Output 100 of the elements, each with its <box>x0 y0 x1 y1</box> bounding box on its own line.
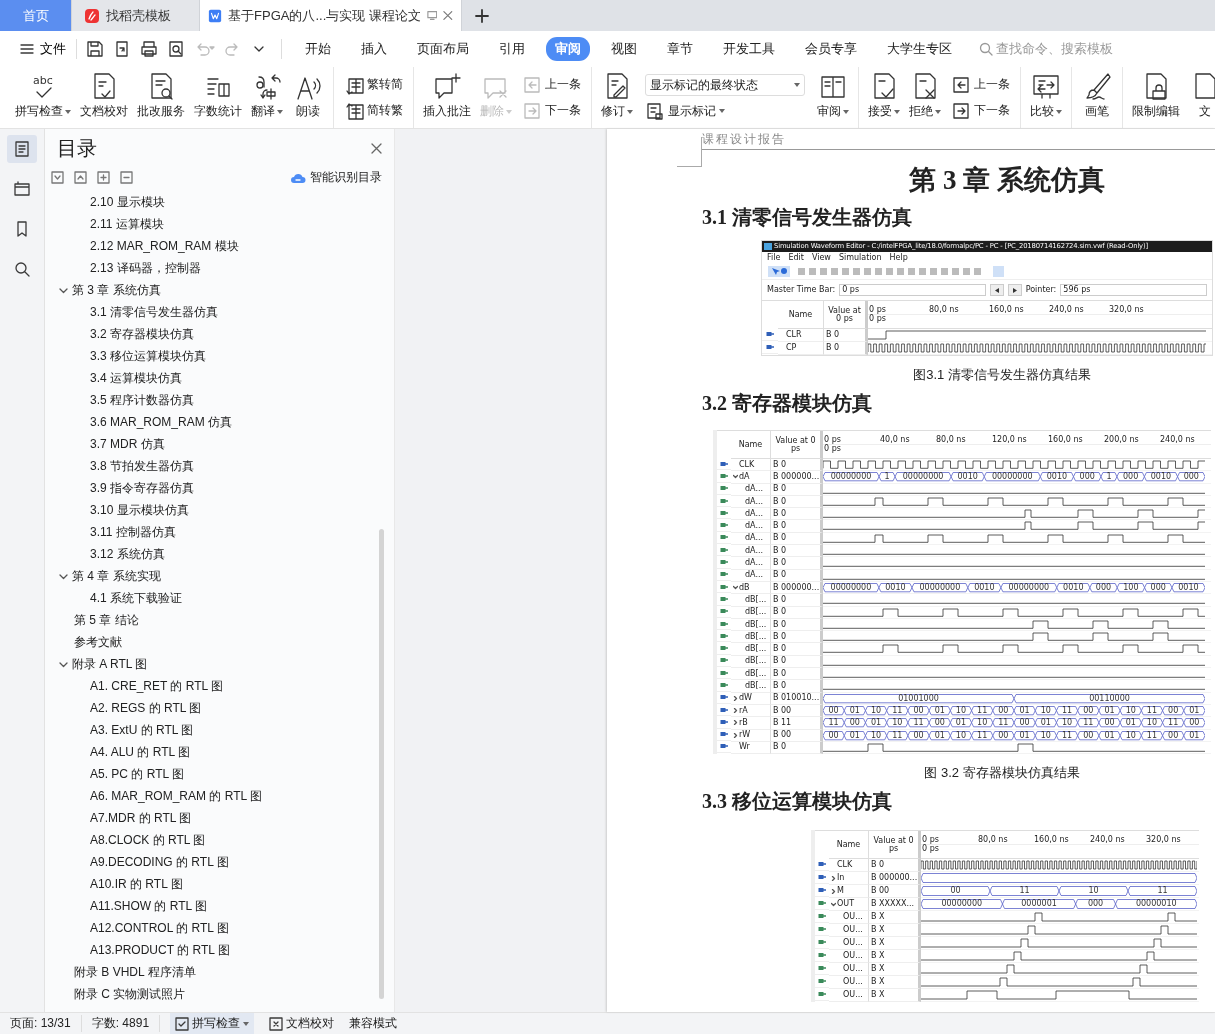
next-icon[interactable] <box>1012 287 1017 293</box>
ribbon-button[interactable]: 文档校对 <box>77 67 131 128</box>
ribbon-button[interactable]: 画笔 <box>1078 67 1116 128</box>
toc-item[interactable]: 3.4 运算模块仿真 <box>45 367 394 389</box>
toc-item[interactable]: 3.11 控制器仿真 <box>45 521 394 543</box>
toc-item[interactable]: A11.SHOW 的 RTL 图 <box>45 895 394 917</box>
ribbon-button[interactable]: 翻译 <box>248 67 286 128</box>
menu-item[interactable]: Edit <box>788 254 804 262</box>
toc-item[interactable]: 附录 B VHDL 程序清单 <box>45 961 394 983</box>
toc-item[interactable]: 3.1 清零信号发生器仿真 <box>45 301 394 323</box>
ribbon-button[interactable]: 字数统计 <box>191 67 245 128</box>
ribbon-tab[interactable]: 开始 <box>296 37 340 61</box>
ribbon-button[interactable]: 拒绝 <box>906 67 944 128</box>
toc-item[interactable]: A7.MDR 的 RTL 图 <box>45 807 394 829</box>
tab[interactable]: 基于FPGA的八...与实现 课程论文 <box>200 0 462 31</box>
ribbon-tab[interactable]: 章节 <box>658 37 702 61</box>
ribbon-tab[interactable]: 会员专享 <box>796 37 866 61</box>
menu-item[interactable]: File <box>767 254 781 262</box>
toc-item[interactable]: 3.12 系统仿真 <box>45 543 394 565</box>
chevron-down-icon[interactable] <box>733 474 738 480</box>
toc-item[interactable]: A2. REGS 的 RTL 图 <box>45 697 394 719</box>
ribbon-button[interactable]: 简转繁 <box>344 100 403 121</box>
ribbon-tab[interactable]: 大学生专区 <box>878 37 961 61</box>
toc-item[interactable]: A5. PC 的 RTL 图 <box>45 763 394 785</box>
chevron-right-icon[interactable] <box>831 888 836 894</box>
ribbon-tab[interactable]: 视图 <box>602 37 646 61</box>
toc-item[interactable]: 2.12 MAR_ROM_RAM 模块 <box>45 235 394 257</box>
ribbon-tab[interactable]: 开发工具 <box>714 37 784 61</box>
close-icon[interactable] <box>371 143 382 154</box>
toc-item[interactable]: 2.13 译码器，控制器 <box>45 257 394 279</box>
toc-item[interactable]: 参考文献 <box>45 631 394 653</box>
menu-item[interactable]: Help <box>889 254 908 262</box>
toc-item[interactable]: 3.10 显示模块仿真 <box>45 499 394 521</box>
menu-item[interactable]: Simulation <box>838 254 882 262</box>
toc-item[interactable]: 3.8 节拍发生器仿真 <box>45 455 394 477</box>
expand-icon[interactable] <box>74 171 87 184</box>
toc-item[interactable]: 3.3 移位运算模块仿真 <box>45 345 394 367</box>
ribbon-button[interactable]: 审阅 <box>814 67 852 128</box>
smart-toc-button[interactable]: 智能识别目录 <box>284 168 394 187</box>
chevron-down-icon[interactable] <box>831 901 836 907</box>
ribbon-button[interactable]: 上一条 <box>951 74 1010 95</box>
file-menu[interactable]: 文件 <box>14 39 77 59</box>
ribbon-button[interactable]: 接受 <box>865 67 903 128</box>
ribbon-button[interactable]: abc 拼写检查 <box>12 67 74 128</box>
print-icon[interactable] <box>139 39 159 59</box>
toc-item[interactable]: 4.1 系统下载验证 <box>45 587 394 609</box>
save-icon[interactable] <box>85 39 105 59</box>
toc-item[interactable]: A4. ALU 的 RTL 图 <box>45 741 394 763</box>
sidebar-button[interactable] <box>7 135 37 163</box>
status-button[interactable]: 文档校对 <box>264 1013 340 1034</box>
ribbon-button[interactable]: 插入批注 <box>420 67 474 128</box>
toc-item[interactable]: A9.DECODING 的 RTL 图 <box>45 851 394 873</box>
chevron-right-icon[interactable] <box>733 720 738 726</box>
chevron-right-icon[interactable] <box>831 875 836 881</box>
ribbon-tab[interactable]: 引用 <box>490 37 534 61</box>
ribbon-button[interactable]: 限制编辑 <box>1129 67 1183 128</box>
minus-icon[interactable] <box>120 171 133 184</box>
toc-item[interactable]: A6. MAR_ROM_RAM 的 RTL 图 <box>45 785 394 807</box>
add-tab-icon[interactable] <box>475 8 489 23</box>
toc-item[interactable]: 3.9 指令寄存器仿真 <box>45 477 394 499</box>
toc-item[interactable]: A8.CLOCK 的 RTL 图 <box>45 829 394 851</box>
chevron-down-icon[interactable] <box>733 585 738 591</box>
toc-item[interactable]: 3.5 程序计数器仿真 <box>45 389 394 411</box>
status-button[interactable]: 拼写检查 <box>170 1013 255 1034</box>
close-icon[interactable] <box>443 10 453 21</box>
ribbon-button[interactable]: 繁转简 <box>344 74 403 95</box>
toc-item[interactable]: 2.10 显示模块 <box>45 191 394 213</box>
previous-icon[interactable] <box>994 287 999 293</box>
toc-item[interactable]: 3.7 MDR 仿真 <box>45 433 394 455</box>
ribbon-button[interactable]: 修订 <box>598 67 636 128</box>
ribbon-tab[interactable]: 页面布局 <box>408 37 478 61</box>
toc-item[interactable]: 第 3 章 系统仿真 <box>45 279 394 301</box>
ribbon-tab[interactable]: 插入 <box>352 37 396 61</box>
pointer-field[interactable]: 596 ps <box>1060 284 1207 296</box>
collapse-icon[interactable] <box>51 171 64 184</box>
ribbon-button[interactable]: 朗读 <box>289 67 327 128</box>
toc-item[interactable]: A1. CRE_RET 的 RTL 图 <box>45 675 394 697</box>
toc-item[interactable]: A12.CONTROL 的 RTL 图 <box>45 917 394 939</box>
chevron-right-icon[interactable] <box>733 695 738 701</box>
ribbon-button[interactable]: 文 <box>1186 67 1215 128</box>
plus-icon[interactable] <box>97 171 110 184</box>
toc-item[interactable]: 3.6 MAR_ROM_RAM 仿真 <box>45 411 394 433</box>
toc-item[interactable]: 2.11 运算模块 <box>45 213 394 235</box>
toc-item[interactable]: A10.IR 的 RTL 图 <box>45 873 394 895</box>
master-time-field[interactable]: 0 ps <box>839 284 986 296</box>
toc-item[interactable]: A13.PRODUCT 的 RTL 图 <box>45 939 394 961</box>
print-preview-icon[interactable] <box>166 39 186 59</box>
ribbon-button[interactable]: 比较 <box>1027 67 1065 128</box>
ribbon-button[interactable]: 下一条 <box>951 100 1010 121</box>
chevron-right-icon[interactable] <box>733 708 738 714</box>
chevron-right-icon[interactable] <box>733 732 738 738</box>
toc-item[interactable]: 3.2 寄存器模块仿真 <box>45 323 394 345</box>
display-mode-dropdown[interactable]: 显示标记的最终状态 <box>645 74 805 96</box>
menu-item[interactable]: View <box>811 254 831 262</box>
ribbon-button[interactable]: 显示标记 <box>645 101 805 121</box>
scrollbar-thumb[interactable] <box>379 529 384 999</box>
toc-item[interactable]: 附录 C 实物测试照片 <box>45 983 394 1005</box>
tab[interactable]: 找稻壳模板 <box>72 0 200 31</box>
ribbon-button[interactable]: 批改服务 <box>134 67 188 128</box>
toc-item[interactable]: 第 5 章 结论 <box>45 609 394 631</box>
